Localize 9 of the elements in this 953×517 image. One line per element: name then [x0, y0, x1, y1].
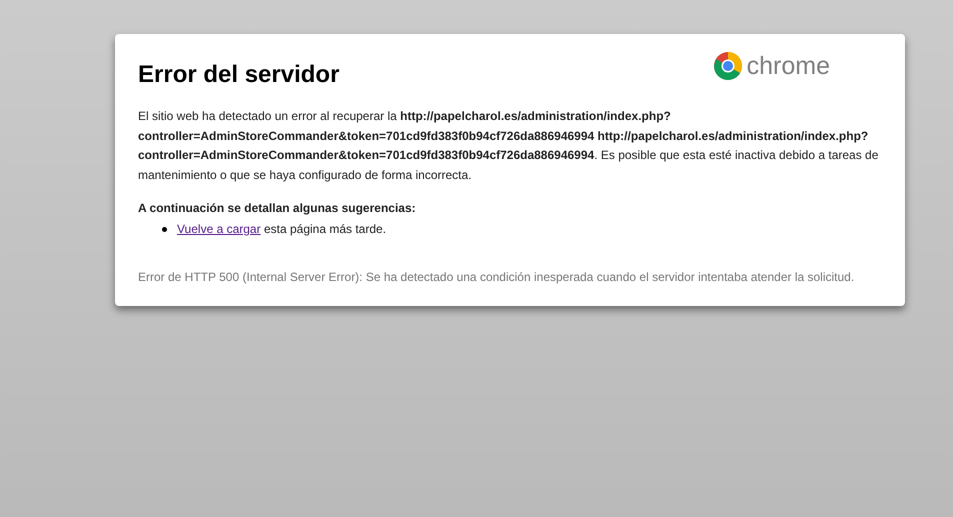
page-title: Error del servidor — [138, 60, 340, 90]
error-message: El sitio web ha detectado un error al recuperar la http://papelcharol.es/administration/index.php?controller=AdminStoreCommander&token=701cd9fd383f0b94cf726da886946994 http://papelcharol.es/administration/index.php?controller=AdminStoreCommander&token=701cd9fd383f0b94cf726da886946994. Es posible que esta esté inactiva debido a tareas de mantenimiento o que se haya configurado de forma incorrecta. — [138, 108, 880, 184]
error-detail: Error de HTTP 500 (Internal Server Error): Se ha detectado una condición inesperada cuando el servidor intentaba atender la solicitud. — [138, 269, 856, 286]
chrome-logo-icon — [712, 51, 743, 81]
bullet-icon — [162, 226, 167, 232]
reload-link[interactable]: Vuelve a cargar — [177, 222, 261, 236]
suggestions-heading: A continuación se detallan algunas sugerencias: — [138, 200, 417, 217]
suggestion-text: Vuelve a cargar esta página más tarde. — [177, 221, 386, 238]
chrome-wordmark: chrome — [746, 54, 830, 78]
